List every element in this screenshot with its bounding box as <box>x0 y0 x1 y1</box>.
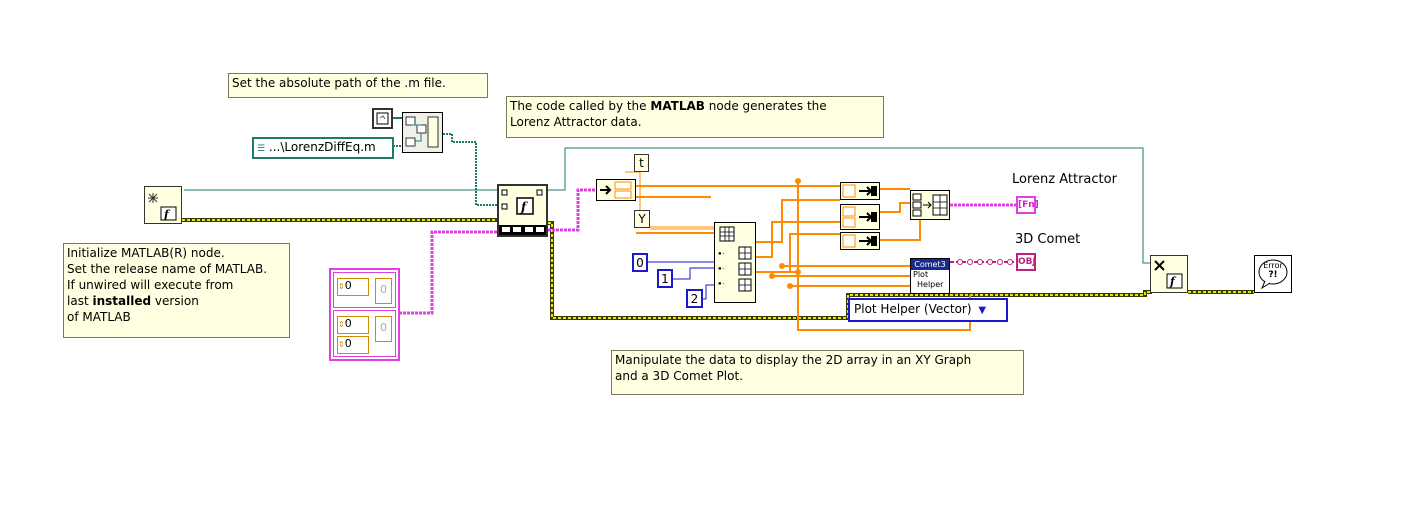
data-wire <box>548 188 596 232</box>
array-index-top-value: 0 <box>344 279 352 292</box>
bundle-node-2[interactable] <box>840 204 880 230</box>
index-constant-0[interactable]: 0 <box>632 253 648 272</box>
index-2-value: 2 <box>690 292 699 306</box>
build-path-node[interactable] <box>402 112 443 153</box>
index-constant-2[interactable]: 2 <box>686 289 703 308</box>
current-vi-path-node[interactable] <box>372 108 393 129</box>
dropdown-arrow-icon: ▼ <box>978 305 987 316</box>
matlab-comment-line2: Lorenz Attractor data. <box>510 115 642 129</box>
init-comment: Initialize MATLAB(R) node. Set the relea… <box>63 243 290 338</box>
manipulate-comment-line1: Manipulate the data to display the 2D ar… <box>615 353 972 367</box>
stepper-icon: ⇕ <box>338 340 345 349</box>
manipulate-comment: Manipulate the data to display the 2D ar… <box>611 350 1024 395</box>
matlab-comment-bold: MATLAB <box>650 99 705 113</box>
bundle-icon <box>842 184 877 198</box>
array-value-top-text: 0 <box>380 283 387 296</box>
stepper-icon: ⇕ <box>338 282 345 291</box>
vi-path-icon <box>376 112 389 125</box>
transpose-node[interactable] <box>596 179 636 201</box>
path-comment-text: Set the absolute path of the .m file. <box>232 76 446 90</box>
error-handler-node[interactable]: Error ?! <box>1254 255 1292 293</box>
array-index-mid-value: 0 <box>344 317 352 330</box>
comet3-line1: Plot <box>913 270 929 279</box>
bundle-node-3[interactable] <box>840 232 880 250</box>
comet3-line2: Helper <box>917 280 944 289</box>
init-comment-line4-pre: last <box>67 294 93 308</box>
error-handler-line1: Error <box>1263 261 1283 270</box>
y-terminal[interactable]: Y <box>634 210 650 228</box>
array-index-top[interactable]: ⇕0 <box>337 278 369 296</box>
transpose-icon <box>600 181 632 199</box>
t-terminal[interactable]: t <box>634 154 649 172</box>
bundle-icon <box>842 234 877 248</box>
init-comment-line4-post: version <box>151 294 199 308</box>
array-index-bottom[interactable]: ⇕0 <box>337 336 369 354</box>
index-array-node[interactable]: ▪‑ ▪‑ ▪‑ <box>714 222 756 303</box>
array-value-mid[interactable]: 0 <box>375 316 392 342</box>
array-input-wire <box>399 230 498 315</box>
array-control[interactable]: ⇕0 0 ⇕0 0 ⇕0 <box>329 268 400 361</box>
build-array-icon <box>912 193 948 217</box>
build-array-node[interactable] <box>910 190 950 220</box>
init-comment-line5: of MATLAB <box>67 310 131 324</box>
matlab-comment-line1-pre: The code called by the <box>510 99 651 113</box>
index-constant-1[interactable]: 1 <box>657 269 673 288</box>
bundle-icon <box>842 206 877 228</box>
lorenz-attractor-label: Lorenz Attractor <box>1012 172 1117 187</box>
index-0-value: 0 <box>636 256 644 270</box>
path-constant[interactable]: ☰ ...\LorenzDiffEq.m <box>252 137 394 159</box>
comet3-title: Comet3 <box>911 259 949 270</box>
svg-text:▪‑: ▪‑ <box>718 280 725 287</box>
index-array-icon: ▪‑ ▪‑ ▪‑ <box>718 226 752 292</box>
path-icon: ☰ <box>257 144 266 154</box>
matlab-node-icon: f <box>499 189 546 235</box>
path-constant-value: ...\LorenzDiffEq.m <box>268 140 376 154</box>
manipulate-comment-line2: and a 3D Comet Plot. <box>615 369 743 383</box>
close-session-icon: f <box>1154 260 1183 289</box>
svg-text:▪‑: ▪‑ <box>718 265 725 272</box>
y-label: Y <box>638 212 646 226</box>
array-value-mid-text: 0 <box>380 321 387 334</box>
refnum-icon: OBJ <box>1018 257 1036 267</box>
array-value-top[interactable]: 0 <box>375 278 392 304</box>
comet3-plot-helper-node[interactable]: Comet3 Plot Helper <box>910 258 950 294</box>
array-index-bottom-value: 0 <box>344 337 352 350</box>
close-matlab-node[interactable]: f <box>1150 255 1188 293</box>
init-comment-line1: Initialize MATLAB(R) node. <box>67 246 225 260</box>
matlab-comment: The code called by the MATLAB node gener… <box>506 96 884 138</box>
xy-graph-icon: [Fn] <box>1018 200 1039 210</box>
matlab-node[interactable]: f <box>497 184 548 237</box>
comet-label: 3D Comet <box>1015 232 1081 247</box>
index-1-value: 1 <box>661 272 669 286</box>
init-comment-bold: installed <box>92 294 152 308</box>
path-comment: Set the absolute path of the .m file. <box>228 73 488 98</box>
open-matlab-node[interactable]: f <box>144 186 182 224</box>
t-label: t <box>639 156 644 170</box>
init-comment-line2: Set the release name of MATLAB. <box>67 262 268 276</box>
array-index-mid[interactable]: ⇕0 <box>337 316 369 334</box>
comet-indicator[interactable]: OBJ <box>1016 253 1036 271</box>
build-path-icon <box>405 116 439 148</box>
error-handler-line2: ?! <box>1268 270 1278 280</box>
init-comment-line3: If unwired will execute from <box>67 278 234 292</box>
svg-text:▪‑: ▪‑ <box>718 250 725 257</box>
lorenz-attractor-indicator[interactable]: [Fn] <box>1016 196 1039 214</box>
matlab-comment-line1-post: node generates the <box>704 99 827 113</box>
path-wire <box>443 133 498 206</box>
plot-helper-ring[interactable]: Plot Helper (Vector) ▼ <box>848 298 1008 322</box>
plot-helper-ring-value: Plot Helper (Vector) <box>854 302 972 316</box>
open-session-icon: f <box>148 193 177 221</box>
stepper-icon: ⇕ <box>338 320 345 329</box>
bundle-node-1[interactable] <box>840 182 880 200</box>
